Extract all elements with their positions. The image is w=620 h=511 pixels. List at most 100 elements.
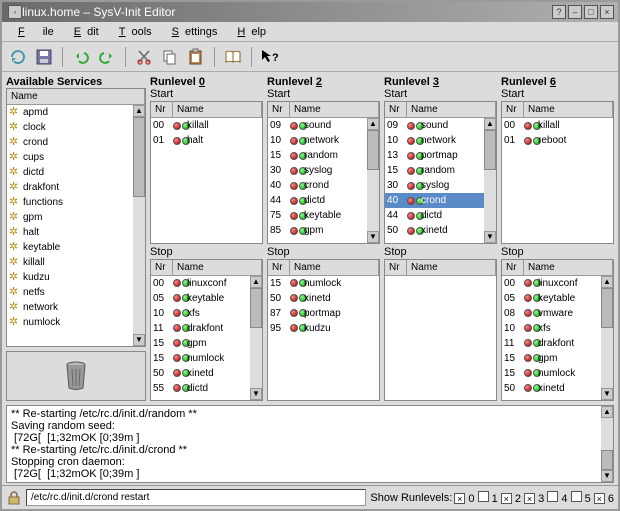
start-entry[interactable]: 15random — [385, 163, 496, 178]
minimize-button[interactable]: – — [568, 5, 582, 19]
maximize-button[interactable]: □ — [584, 5, 598, 19]
start-entry[interactable]: 40crond — [385, 193, 496, 208]
scrollbar[interactable]: ▲▼ — [367, 118, 379, 243]
service-item[interactable]: ✲clock — [7, 120, 145, 135]
col-name[interactable]: Name — [7, 89, 145, 104]
start-entry[interactable]: 09sound — [385, 118, 496, 133]
service-item[interactable]: ✲network — [7, 300, 145, 315]
help-button[interactable]: ? — [552, 5, 566, 19]
service-item[interactable]: ✲drakfont — [7, 180, 145, 195]
scrollbar[interactable]: ▲▼ — [484, 118, 496, 243]
save-icon[interactable] — [34, 47, 54, 67]
service-item[interactable]: ✲crond — [7, 135, 145, 150]
runlevel-checkbox-5[interactable] — [571, 491, 582, 502]
col-nr[interactable]: Nr — [151, 260, 173, 275]
stop-entry[interactable]: 05keytable — [502, 291, 613, 306]
stop-entry[interactable]: 15numlock — [502, 366, 613, 381]
undo-icon[interactable] — [71, 47, 91, 67]
runlevel-checkbox-0[interactable]: × — [454, 493, 465, 504]
start-entry[interactable]: 30syslog — [385, 178, 496, 193]
start-list[interactable]: NrName09sound10network13portmap15random3… — [384, 101, 497, 244]
stop-entry[interactable]: 15numlock — [151, 351, 262, 366]
scroll-down-icon[interactable]: ▼ — [250, 388, 262, 400]
start-entry[interactable]: 09sound — [268, 118, 379, 133]
scroll-down-icon[interactable]: ▼ — [367, 231, 379, 243]
menu-help[interactable]: Help — [225, 24, 272, 40]
start-entry[interactable]: 44dictd — [268, 193, 379, 208]
col-name[interactable]: Name — [524, 260, 613, 275]
runlevel-checkbox-2[interactable]: × — [501, 493, 512, 504]
col-name[interactable]: Name — [290, 260, 379, 275]
service-item[interactable]: ✲kudzu — [7, 270, 145, 285]
command-field[interactable]: /etc/rc.d/init.d/crond restart — [26, 489, 366, 506]
stop-entry[interactable]: 15gpm — [151, 336, 262, 351]
lock-icon[interactable] — [6, 490, 22, 506]
scroll-down-icon[interactable]: ▼ — [133, 334, 145, 346]
stop-entry[interactable]: 10xfs — [151, 306, 262, 321]
start-entry[interactable]: 10network — [385, 133, 496, 148]
start-entry[interactable]: 50xinetd — [385, 223, 496, 238]
cut-icon[interactable] — [134, 47, 154, 67]
col-name[interactable]: Name — [407, 102, 496, 117]
col-nr[interactable]: Nr — [502, 102, 524, 117]
service-item[interactable]: ✲dictd — [7, 165, 145, 180]
service-item[interactable]: ✲halt — [7, 225, 145, 240]
service-item[interactable]: ✲netfs — [7, 285, 145, 300]
redo-icon[interactable] — [97, 47, 117, 67]
runlevel-checkbox-3[interactable]: × — [524, 493, 535, 504]
scroll-down-icon[interactable]: ▼ — [484, 231, 496, 243]
scroll-thumb[interactable] — [133, 117, 145, 197]
menu-settings[interactable]: Settings — [160, 24, 224, 40]
scroll-thumb[interactable] — [250, 288, 262, 328]
start-entry[interactable]: 15random — [268, 148, 379, 163]
scroll-up-icon[interactable]: ▲ — [250, 276, 262, 288]
col-name[interactable]: Name — [524, 102, 613, 117]
scrollbar[interactable]: ▲▼ — [601, 276, 613, 401]
scroll-down-icon[interactable]: ▼ — [601, 388, 613, 400]
stop-entry[interactable]: 00linuxconf — [151, 276, 262, 291]
start-entry[interactable]: 00killall — [151, 118, 262, 133]
stop-entry[interactable]: 50xinetd — [268, 291, 379, 306]
scroll-up-icon[interactable]: ▲ — [133, 105, 145, 117]
trash-drop[interactable] — [6, 351, 146, 401]
stop-list[interactable]: NrName15numlock50xinetd87portmap95kudzu — [267, 259, 380, 402]
stop-list[interactable]: NrName — [384, 259, 497, 402]
book-icon[interactable] — [223, 47, 243, 67]
start-entry[interactable]: 75keytable — [268, 208, 379, 223]
scroll-up-icon[interactable]: ▲ — [367, 118, 379, 130]
menu-edit[interactable]: Edit — [62, 24, 105, 40]
service-item[interactable]: ✲apmd — [7, 105, 145, 120]
start-entry[interactable]: 13portmap — [385, 148, 496, 163]
start-list[interactable]: NrName00killall01halt — [150, 101, 263, 244]
col-name[interactable]: Name — [290, 102, 379, 117]
stop-list[interactable]: NrName00linuxconf05keytable08vmware10xfs… — [501, 259, 614, 402]
scroll-up-icon[interactable]: ▲ — [484, 118, 496, 130]
stop-entry[interactable]: 50xinetd — [502, 381, 613, 396]
available-list[interactable]: Name ✲apmd✲clock✲crond✲cups✲dictd✲drakfo… — [6, 88, 146, 347]
stop-entry[interactable]: 05keytable — [151, 291, 262, 306]
col-nr[interactable]: Nr — [502, 260, 524, 275]
scroll-thumb[interactable] — [484, 130, 496, 170]
scroll-thumb[interactable] — [601, 450, 613, 470]
stop-entry[interactable]: 08vmware — [502, 306, 613, 321]
start-entry[interactable]: 30syslog — [268, 163, 379, 178]
start-entry[interactable]: 85gpm — [268, 223, 379, 238]
copy-icon[interactable] — [160, 47, 180, 67]
scrollbar[interactable]: ▲ ▼ — [601, 406, 613, 482]
col-nr[interactable]: Nr — [385, 102, 407, 117]
col-name[interactable]: Name — [407, 260, 496, 275]
service-item[interactable]: ✲cups — [7, 150, 145, 165]
scroll-up-icon[interactable]: ▲ — [601, 276, 613, 288]
output-panel[interactable]: ** Re-starting /etc/rc.d/init.d/random *… — [6, 405, 614, 483]
start-entry[interactable]: 01halt — [151, 133, 262, 148]
scrollbar[interactable]: ▲▼ — [250, 276, 262, 401]
scroll-thumb[interactable] — [601, 288, 613, 328]
whatsthis-icon[interactable]: ? — [260, 47, 280, 67]
window-menu-icon[interactable]: ◦ — [8, 5, 22, 19]
scrollbar[interactable]: ▲ ▼ — [133, 105, 145, 346]
menu-file[interactable]: File — [6, 24, 60, 40]
service-item[interactable]: ✲numlock — [7, 315, 145, 330]
stop-entry[interactable]: 50xinetd — [151, 366, 262, 381]
col-nr[interactable]: Nr — [151, 102, 173, 117]
service-item[interactable]: ✲gpm — [7, 210, 145, 225]
